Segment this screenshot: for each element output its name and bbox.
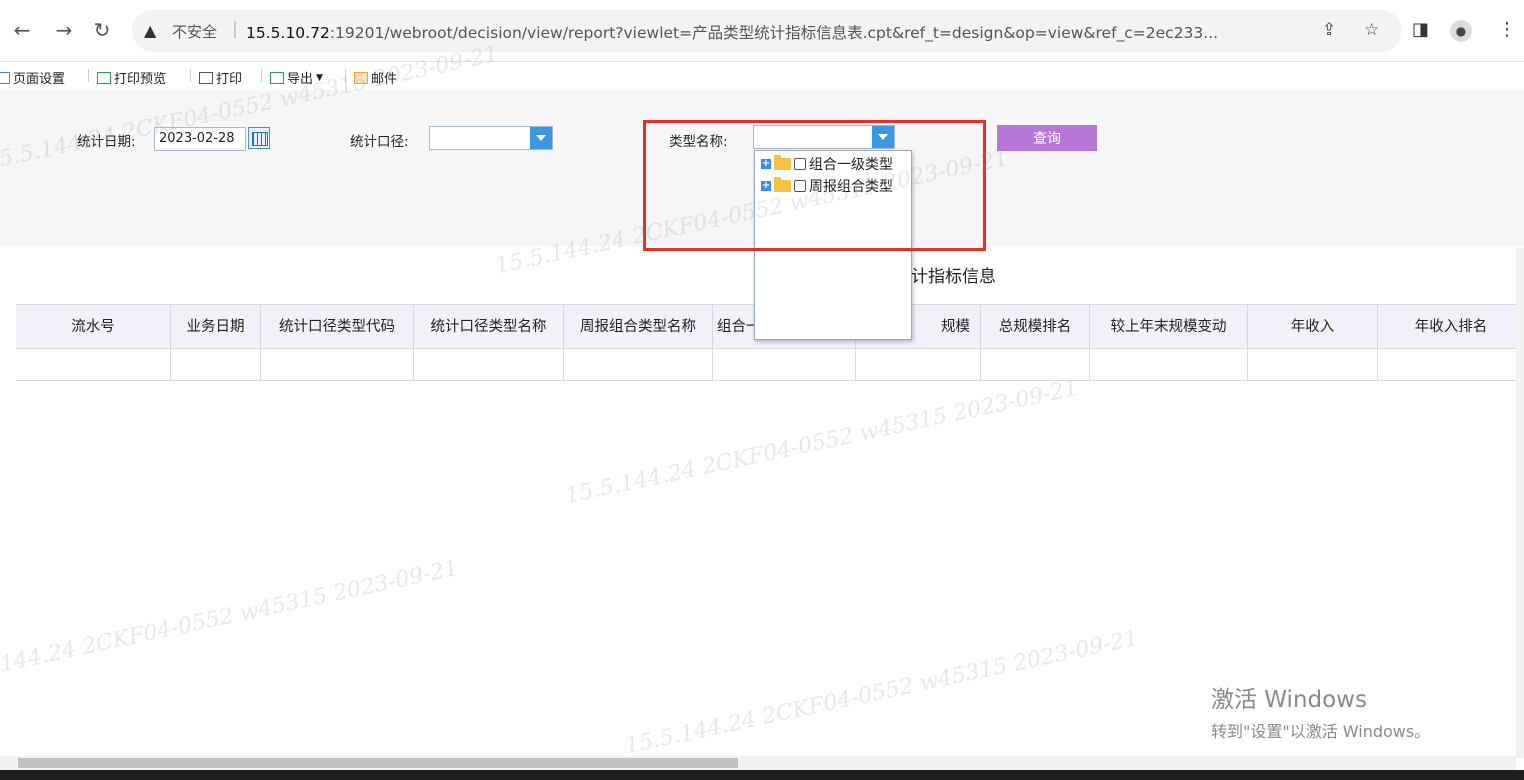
chevron-down-icon[interactable] (530, 127, 552, 149)
side-panel-icon[interactable]: ◨ (1412, 19, 1429, 40)
column-header: 周报组合类型名称 (564, 305, 713, 350)
watermark: 15.5.144.24 2CKF04-0552 w45315 2023-09-2… (623, 625, 1141, 760)
column-header: 总规模排名 (981, 305, 1090, 350)
windows-activation-notice: 激活 Windows 转到"设置"以激活 Windows。 (1211, 687, 1431, 741)
column-header: 业务日期 (171, 305, 261, 350)
watermark: 15.5.144.24 2CKF04-0552 w45315 2023-09-2… (563, 375, 1081, 510)
forward-arrow-icon[interactable]: → (52, 18, 76, 42)
taskbar (0, 770, 1524, 780)
column-header: 流水号 (16, 305, 171, 350)
vertical-scrollbar[interactable] (1516, 248, 1524, 758)
horizontal-scrollbar[interactable] (0, 756, 1516, 770)
more-menu-icon[interactable]: ⋮ (1498, 19, 1516, 40)
address-bar[interactable]: ▲ 不安全 | 15.5.10.72:19201/webroot/decisio… (132, 10, 1402, 52)
report-toolbar: 页面设置 打印预览 打印 导出 ▼ 邮件 (0, 63, 1524, 89)
page-setup-button[interactable]: 页面设置 (0, 68, 65, 87)
reload-icon[interactable]: ↻ (90, 18, 114, 42)
share-icon[interactable]: ⇪ (1322, 20, 1336, 40)
bookmark-star-icon[interactable]: ☆ (1364, 20, 1379, 40)
watermark: 15.5.144.24 2CKF04-0552 w45315 2023-09-2… (0, 555, 461, 690)
stat-scope-select[interactable] (429, 126, 553, 150)
scrollbar-thumb[interactable] (18, 758, 738, 768)
column-header: 年收入排名 (1414, 319, 1488, 335)
print-button[interactable]: 打印 (199, 68, 242, 87)
printer-icon (199, 71, 213, 84)
table-row (16, 349, 1524, 381)
profile-avatar-icon[interactable]: ● (1450, 20, 1472, 42)
column-header: 年收入 (1248, 305, 1378, 350)
stat-scope-label: 统计口径: (350, 134, 409, 150)
column-header: 统计口径类型名称 (414, 305, 564, 350)
url-text[interactable]: 15.5.10.72:19201/webroot/decision/view/r… (246, 21, 1306, 43)
report-title: 计指标信息 (911, 267, 996, 287)
export-icon (270, 71, 284, 84)
warning-icon: ▲ (144, 21, 157, 40)
page-setup-icon (0, 71, 10, 84)
column-header: 较上年末规模变动 (1090, 305, 1248, 350)
column-header: 统计口径类型代码 (261, 305, 414, 350)
print-preview-icon (97, 71, 111, 84)
print-preview-button[interactable]: 打印预览 (97, 68, 166, 87)
calendar-icon[interactable] (248, 127, 270, 149)
security-label: 不安全 (172, 23, 218, 41)
back-arrow-icon[interactable]: ← (10, 18, 34, 42)
browser-toolbar: ← → ↻ ▲ 不安全 | 15.5.10.72:19201/webroot/d… (0, 0, 1524, 62)
query-button[interactable]: 查询 (997, 125, 1097, 151)
